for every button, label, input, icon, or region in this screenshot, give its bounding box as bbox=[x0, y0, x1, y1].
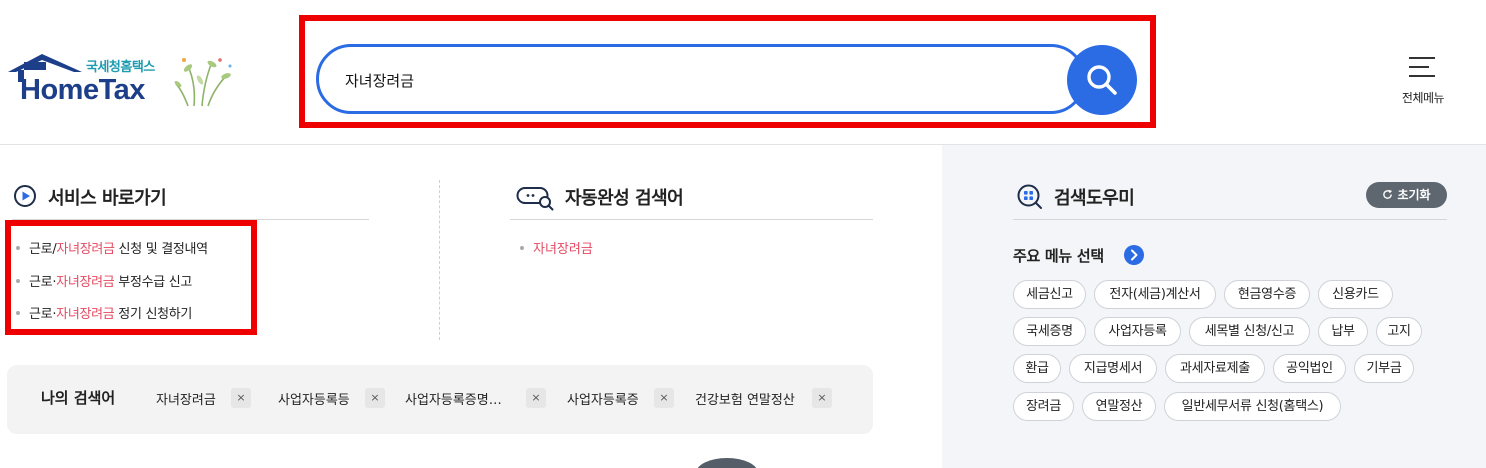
all-menu-button[interactable]: 전체메뉴 bbox=[1393, 55, 1453, 105]
search-icon bbox=[1087, 65, 1117, 95]
hamburger-menu-icon bbox=[1409, 55, 1435, 79]
recent-keyword[interactable]: 사업자등록증명… bbox=[405, 389, 502, 408]
menu-chip[interactable]: 과세자료제출 bbox=[1165, 354, 1265, 383]
header: 국세청홈택스 HomeTax 자녀장려금 전체메뉴 bbox=[0, 0, 1486, 145]
autocomplete-item[interactable]: 자녀장려금 bbox=[520, 238, 593, 257]
logo-title: HomeTax bbox=[20, 74, 145, 106]
search-button[interactable] bbox=[1067, 45, 1137, 115]
menu-chip[interactable]: 장려금 bbox=[1013, 392, 1074, 421]
menu-chip[interactable]: 공익법인 bbox=[1273, 354, 1346, 383]
menu-chip[interactable]: 세목별 신청/신고 bbox=[1189, 317, 1310, 346]
divider bbox=[510, 219, 873, 220]
close-icon[interactable]: × bbox=[812, 388, 832, 408]
recent-keyword[interactable]: 사업자등록등 bbox=[278, 389, 350, 408]
menu-chip[interactable]: 일반세무서류 신청(홈택스) bbox=[1164, 392, 1341, 421]
autocomplete-title: 자동완성 검색어 bbox=[565, 188, 684, 209]
search-bar bbox=[316, 44, 1086, 114]
menu-chip[interactable]: 환급 bbox=[1013, 354, 1061, 383]
menu-chip[interactable]: 전자(세금)계산서 bbox=[1094, 280, 1216, 309]
grid-search-icon bbox=[1017, 184, 1042, 209]
main-menu-select-title: 주요 메뉴 선택 bbox=[1013, 247, 1104, 265]
service-item[interactable]: 근로·자녀장려금 정기 신청하기 bbox=[16, 303, 192, 322]
service-shortcut-title: 서비스 바로가기 bbox=[48, 188, 167, 209]
service-item[interactable]: 근로·자녀장려금 부정수급 신고 bbox=[16, 271, 192, 290]
menu-chip[interactable]: 국세증명 bbox=[1013, 317, 1086, 346]
logo-subtitle: 국세청홈택스 bbox=[86, 60, 155, 75]
all-menu-label: 전체메뉴 bbox=[1401, 91, 1445, 105]
close-icon[interactable]: × bbox=[365, 388, 385, 408]
recent-keyword[interactable]: 사업자등록증 bbox=[567, 389, 639, 408]
close-icon[interactable]: × bbox=[526, 388, 546, 408]
refresh-icon bbox=[1382, 182, 1393, 208]
my-searches-title: 나의 검색어 bbox=[41, 389, 116, 407]
search-helper-title: 검색도우미 bbox=[1054, 188, 1135, 209]
menu-chip[interactable]: 세금신고 bbox=[1013, 280, 1086, 309]
recent-keyword[interactable]: 자녀장려금 bbox=[156, 389, 216, 408]
play-circle-icon bbox=[14, 185, 36, 207]
menu-chip[interactable]: 고지 bbox=[1376, 317, 1422, 346]
close-icon[interactable]: × bbox=[231, 388, 251, 408]
chat-search-icon bbox=[516, 187, 554, 211]
recent-keyword[interactable]: 건강보험 연말정산 bbox=[695, 389, 795, 408]
divider bbox=[1013, 219, 1447, 220]
plant-illustration bbox=[174, 58, 232, 107]
hometax-logo[interactable]: 국세청홈택스 HomeTax bbox=[6, 50, 236, 110]
chevron-right-icon[interactable] bbox=[1124, 245, 1144, 265]
menu-chip[interactable]: 연말정산 bbox=[1082, 392, 1156, 421]
menu-chip[interactable]: 기부금 bbox=[1354, 354, 1414, 383]
menu-chip[interactable]: 신용카드 bbox=[1318, 280, 1393, 309]
column-divider bbox=[439, 180, 440, 340]
search-input[interactable] bbox=[345, 67, 1045, 93]
menu-chip[interactable]: 납부 bbox=[1318, 317, 1368, 346]
menu-chip[interactable]: 현금영수증 bbox=[1224, 280, 1310, 309]
service-item[interactable]: 근로/자녀장려금 신청 및 결정내역 bbox=[16, 238, 208, 257]
close-icon[interactable]: × bbox=[654, 388, 674, 408]
menu-chip[interactable]: 지급명세서 bbox=[1069, 354, 1157, 383]
reset-label: 초기화 bbox=[1397, 188, 1431, 202]
my-searches-box: 나의 검색어 자녀장려금 × 사업자등록등 × 사업자등록증명… × 사업자등록… bbox=[7, 365, 873, 434]
menu-chip[interactable]: 사업자등록 bbox=[1094, 317, 1181, 346]
reset-button[interactable]: 초기화 bbox=[1366, 182, 1447, 208]
scroll-top-button[interactable] bbox=[696, 458, 758, 468]
